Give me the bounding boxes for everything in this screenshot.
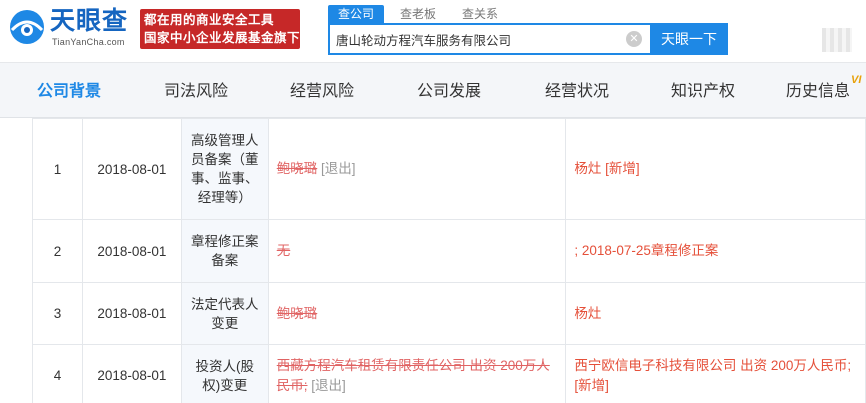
vip-badge: VI (851, 74, 862, 86)
slogan-line-2: 国家中小企业发展基金旗下 (144, 31, 301, 45)
row-index: 1 (32, 118, 83, 220)
after-change: 杨灶 (565, 282, 866, 345)
tab-search-boss[interactable]: 查老板 (390, 5, 446, 23)
row-index: 3 (32, 282, 83, 345)
tab-search-relation[interactable]: 查关系 (452, 5, 508, 23)
logo-domain: TianYanCha.com (52, 37, 125, 47)
logo-text: 天眼查 (50, 7, 129, 35)
after-value: 杨灶 (574, 305, 602, 321)
change-date: 2018-08-01 (81, 282, 182, 345)
table-row: 3 2018-08-01 法定代表人变更 鲍晓璐 杨灶 (32, 282, 866, 345)
change-date: 2018-08-01 (81, 219, 182, 283)
tab-search-company[interactable]: 查公司 (328, 5, 385, 23)
row-index: 4 (32, 344, 83, 403)
search-input[interactable] (336, 29, 616, 49)
change-type: 法定代表人变更 (180, 282, 269, 345)
row-index: 2 (32, 219, 83, 283)
search-button[interactable]: 天眼一下 (650, 23, 728, 55)
search-type-tabs: 查公司 查老板 查关系 (328, 5, 514, 23)
change-type: 高级管理人员备案（董事、监事、经理等） (180, 118, 269, 220)
after-value: 杨灶 [新增] (574, 161, 640, 176)
slogan-banner: 都在用的商业安全工具 国家中小企业发展基金旗下 (140, 9, 300, 49)
before-value: 鲍晓璐 (276, 161, 318, 176)
after-change: 杨灶 [新增] (565, 118, 866, 220)
table-row: 4 2018-08-01 投资人(股权)变更 西藏方程汽车租赁有限责任公司 出资… (32, 344, 866, 403)
after-change: 西宁欧信电子科技有限公司 出资 200万人民币; [新增] (565, 344, 866, 403)
before-value: 无 (276, 243, 291, 258)
change-records-table: 1 2018-08-01 高级管理人员备案（董事、监事、经理等） 鲍晓璐 [退出… (32, 118, 866, 403)
slogan-line-1: 都在用的商业安全工具 (144, 13, 275, 27)
user-avatar[interactable] (822, 28, 852, 52)
after-value: ; 2018-07-25章程修正案 (574, 243, 719, 258)
before-change: 西藏方程汽车租赁有限责任公司 出资 200万人民币; [退出] (267, 344, 567, 403)
before-note: [退出] (321, 161, 356, 176)
before-change: 鲍晓璐 (267, 282, 567, 345)
table-row: 1 2018-08-01 高级管理人员备案（董事、监事、经理等） 鲍晓璐 [退出… (32, 118, 866, 220)
change-date: 2018-08-01 (81, 344, 182, 403)
main-nav: 公司背景 司法风险 经营风险 公司发展 经营状况 知识产权 历史信息 (0, 62, 866, 118)
change-type: 章程修正案备案 (180, 219, 269, 283)
after-value: 西宁欧信电子科技有限公司 出资 200万人民币; [新增] (574, 357, 852, 393)
nav-operating-risk[interactable]: 经营风险 (264, 63, 380, 119)
before-change: 无 (267, 219, 567, 283)
before-note: [退出] (311, 377, 346, 393)
before-value: 鲍晓璐 (276, 305, 318, 321)
nav-intellectual-property[interactable]: 知识产权 (644, 63, 762, 119)
table-row: 2 2018-08-01 章程修正案备案 无 ; 2018-07-25章程修正案 (32, 219, 866, 283)
top-header: 天眼查 TianYanCha.com 都在用的商业安全工具 国家中小企业发展基金… (0, 0, 866, 62)
site-logo[interactable]: 天眼查 TianYanCha.com (8, 6, 136, 50)
nav-company-development[interactable]: 公司发展 (390, 63, 508, 119)
before-change: 鲍晓璐 [退出] (267, 118, 567, 220)
after-change: ; 2018-07-25章程修正案 (565, 219, 866, 283)
nav-history-info[interactable]: 历史信息 (770, 63, 866, 119)
nav-judicial-risk[interactable]: 司法风险 (138, 63, 254, 119)
change-date: 2018-08-01 (81, 118, 182, 220)
search-box: ✕ (328, 23, 650, 55)
change-type: 投资人(股权)变更 (180, 344, 269, 403)
eye-logo-icon (10, 10, 44, 44)
nav-operating-status[interactable]: 经营状况 (518, 63, 636, 119)
clear-icon[interactable]: ✕ (626, 31, 642, 47)
nav-company-background[interactable]: 公司背景 (14, 63, 124, 119)
